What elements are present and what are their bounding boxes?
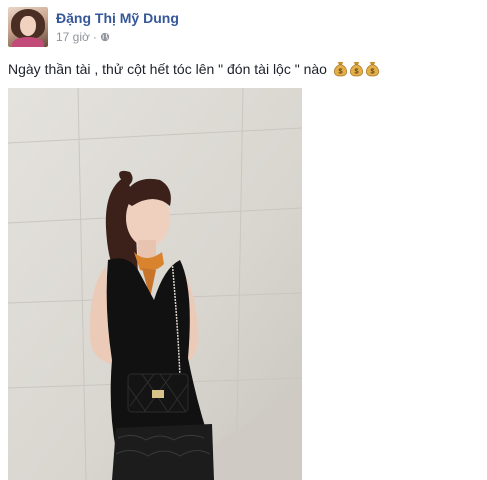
money-bag-icon: $ <box>365 61 379 77</box>
caption-text: Ngày thần tài , thử cột hết tóc lên " đó… <box>8 61 327 77</box>
post-meta: 17 giờ · <box>56 30 110 44</box>
photo-woman-black-dress <box>8 88 302 480</box>
post-caption: Ngày thần tài , thử cột hết tóc lên " đó… <box>8 61 380 77</box>
money-bag-icon: $ <box>349 61 363 77</box>
post-photo[interactable] <box>8 88 302 480</box>
author-name-link[interactable]: Đặng Thị Mỹ Dung <box>56 10 179 26</box>
facebook-post: Đặng Thị Mỹ Dung 17 giờ · Ngày thần tài … <box>0 0 487 480</box>
post-timestamp-link[interactable]: 17 giờ <box>56 30 90 44</box>
globe-icon[interactable] <box>100 32 110 42</box>
author-avatar[interactable] <box>8 7 48 47</box>
caption-emojis: $ $ $ <box>333 61 380 77</box>
meta-separator: · <box>92 30 97 44</box>
money-bag-icon: $ <box>333 61 347 77</box>
